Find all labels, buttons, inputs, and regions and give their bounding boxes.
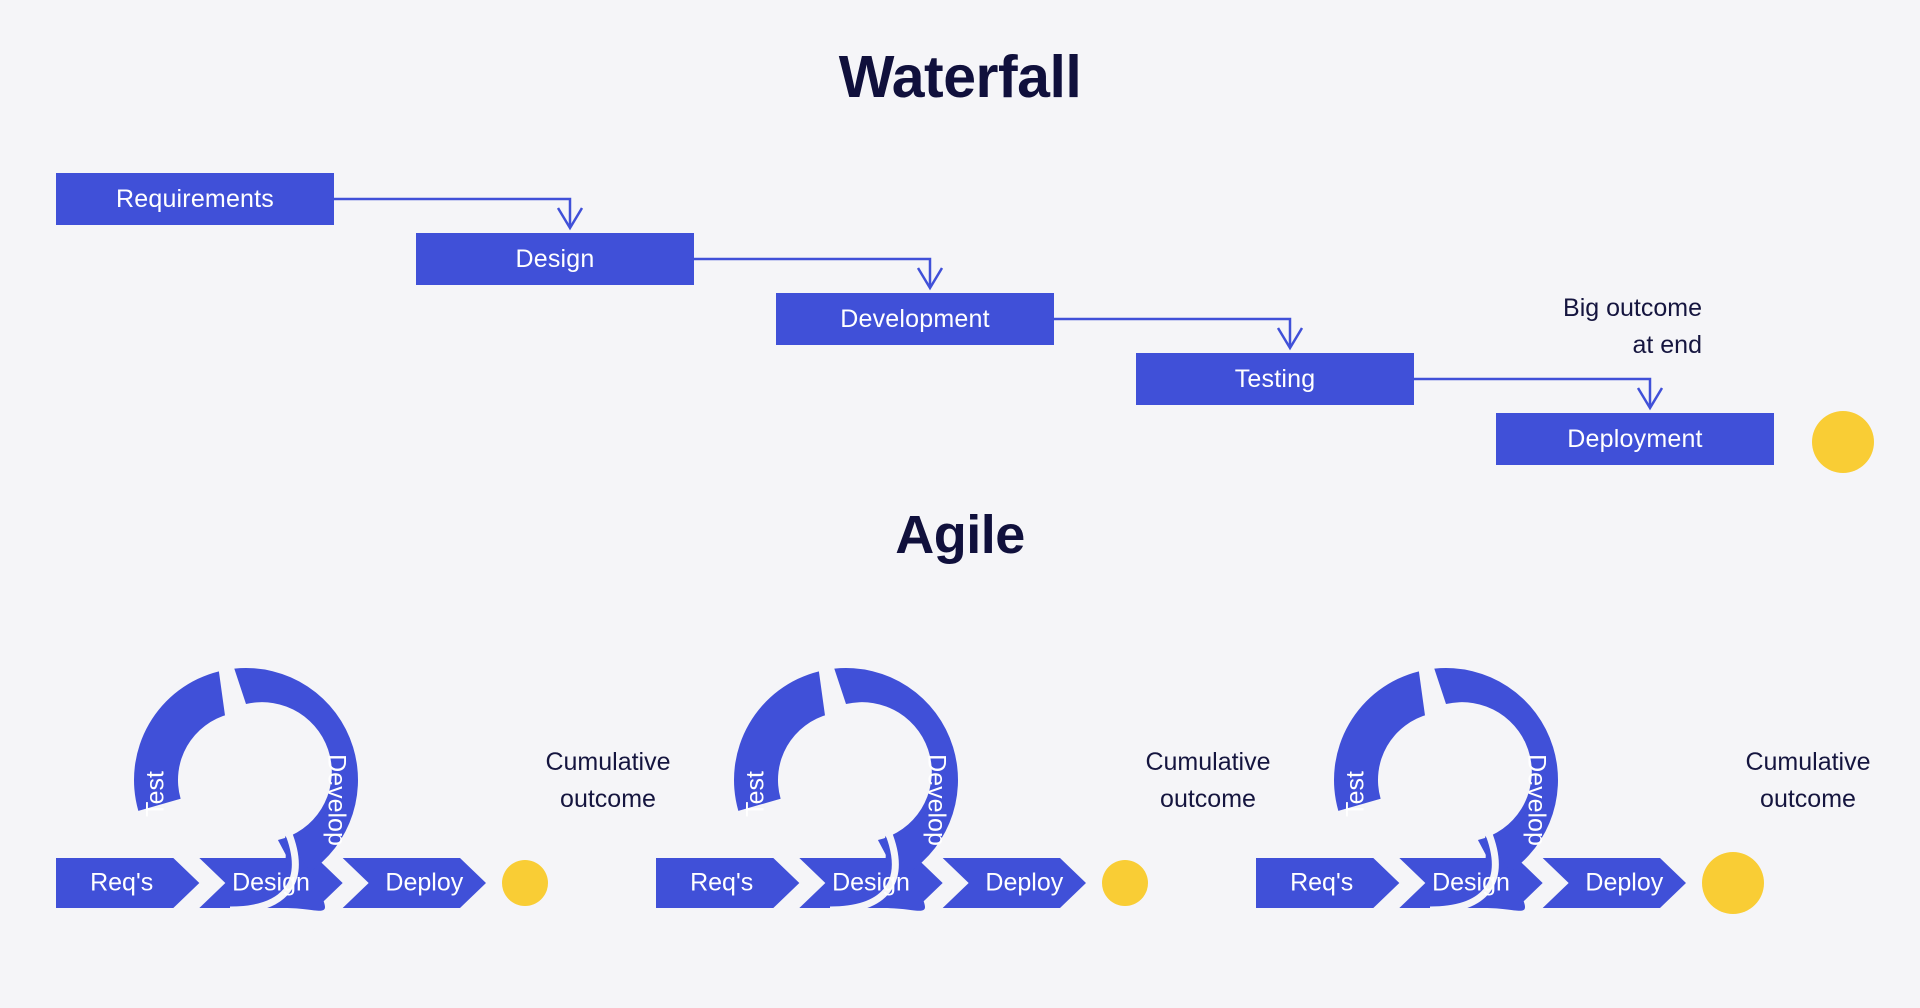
agile-bar-segment[interactable] — [656, 858, 800, 908]
agile-iteration: Req's Design Deploy Test Develop Cumulative o… — [56, 640, 671, 940]
agile-ring-test-segment[interactable] — [1334, 671, 1430, 811]
waterfall-stage-label: Deployment — [1567, 424, 1703, 453]
big-outcome-dot — [1812, 411, 1874, 473]
agile-outcome-dot — [1702, 852, 1764, 914]
agile-iteration: Req's Design Deploy Test Develop Cumulative o… — [1256, 640, 1871, 940]
agile-bar-segment[interactable] — [942, 858, 1086, 908]
agile-ring-test-segment[interactable] — [134, 671, 230, 811]
waterfall-stage-box[interactable]: Deployment — [1496, 413, 1774, 465]
waterfall-stage-box[interactable]: Development — [776, 293, 1054, 345]
agile-iteration: Req's Design Deploy Test Develop Cumulative o… — [656, 640, 1271, 940]
agile-section-title: Agile — [895, 505, 1025, 565]
diagram-canvas: Waterfall Requirements Design Development T… — [0, 0, 1920, 1008]
agile-bar-segment[interactable] — [342, 858, 486, 908]
waterfall-section-title: Waterfall — [838, 44, 1082, 110]
waterfall-stage-label: Requirements — [115, 184, 275, 213]
agile-outcome-dot — [502, 860, 548, 906]
agile-ring-test-segment[interactable] — [734, 671, 830, 811]
waterfall-stage-label: Development — [840, 304, 990, 333]
agile-bar-segment[interactable] — [1542, 858, 1686, 908]
waterfall-stage-box[interactable]: Requirements — [56, 173, 334, 225]
agile-cumulative-outcome-note: Cumulative outcome — [1745, 748, 1871, 813]
waterfall-stage-label: Testing — [1234, 364, 1316, 393]
waterfall-stage-box[interactable]: Design — [416, 233, 694, 285]
agile-bar-segment[interactable] — [56, 858, 200, 908]
agile-outcome-dot — [1102, 860, 1148, 906]
agile-bar-segment[interactable] — [1256, 858, 1400, 908]
waterfall-stage-box[interactable]: Testing — [1136, 353, 1414, 405]
waterfall-outcome-note: Big outcome at end — [1563, 294, 1702, 359]
waterfall-stage-label: Design — [515, 244, 595, 273]
